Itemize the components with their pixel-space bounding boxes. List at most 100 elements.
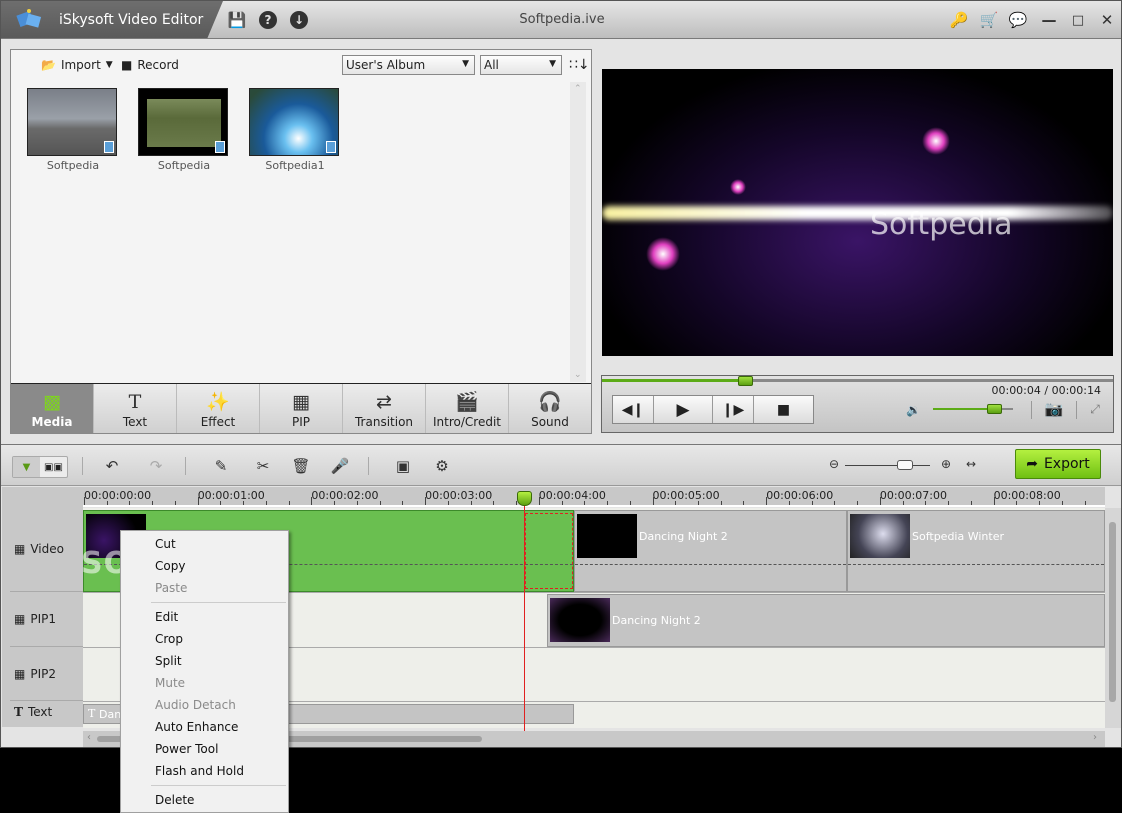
- tab-media[interactable]: ▩ Media: [11, 384, 94, 433]
- timeline-ruler[interactable]: 00:00:00:00 00:00:01:00 00:00:02:00 00:00:0…: [83, 487, 1105, 507]
- ruler-tick: [811, 501, 813, 505]
- key-icon[interactable]: 🔑: [950, 11, 969, 29]
- media-item[interactable]: Softpedia: [138, 88, 230, 172]
- fit-timeline-icon[interactable]: ↔: [961, 457, 981, 471]
- video-file-icon: [215, 141, 225, 153]
- fullscreen-icon[interactable]: ⤢: [1086, 400, 1104, 418]
- settings-window-icon[interactable]: ⚙: [432, 457, 452, 475]
- sort-icon[interactable]: ∷↓: [569, 57, 590, 73]
- intro-credit-icon: 🎬: [455, 391, 479, 413]
- ruler-tick: [129, 501, 131, 505]
- record-button[interactable]: ■ Record: [121, 58, 179, 72]
- tab-intro-credit[interactable]: 🎬 Intro/Credit: [426, 384, 509, 433]
- stop-button[interactable]: ■: [754, 396, 813, 423]
- menu-item-mute[interactable]: Mute: [121, 672, 288, 694]
- chevron-down-icon: ▼: [462, 59, 469, 69]
- media-item[interactable]: Softpedia: [27, 88, 119, 172]
- menu-item-split[interactable]: Split: [121, 650, 288, 672]
- maximize-icon[interactable]: □: [1069, 11, 1087, 29]
- filter-select[interactable]: All ▼: [480, 55, 562, 75]
- video-clip[interactable]: Dancing Night 2: [574, 510, 847, 592]
- scrollbar-thumb[interactable]: [1109, 522, 1116, 702]
- ruler-tick: [902, 501, 904, 505]
- menu-item-copy[interactable]: Copy: [121, 555, 288, 577]
- ruler-tick: [720, 501, 722, 505]
- previous-frame-button[interactable]: ◀❙: [613, 396, 654, 423]
- track-label-video: ▦ Video: [14, 542, 64, 556]
- pip-track-icon: ▦: [14, 667, 26, 681]
- minimize-icon[interactable]: —: [1040, 11, 1058, 29]
- playback-buttons: ◀❙ ▶ ❙▶ ■: [612, 395, 814, 424]
- playhead-handle[interactable]: [517, 491, 532, 506]
- redo-icon[interactable]: ↷: [146, 457, 166, 475]
- video-clip[interactable]: Softpedia Winter: [847, 510, 1105, 592]
- zoom-out-icon[interactable]: ⊖: [824, 457, 844, 471]
- tab-pip[interactable]: ▦ PIP: [260, 384, 343, 433]
- scroll-up-icon[interactable]: ⌃: [574, 84, 582, 94]
- seek-bar[interactable]: [602, 379, 1113, 382]
- tab-text[interactable]: T Text: [94, 384, 177, 433]
- scissors-icon[interactable]: ✂: [253, 457, 273, 475]
- crop-play-icon[interactable]: ▣: [393, 457, 413, 475]
- ruler-tick: [265, 501, 267, 505]
- track-label-pip2: ▦ PIP2: [14, 667, 56, 681]
- seek-handle[interactable]: [738, 376, 754, 386]
- edit-clip-icon[interactable]: ✎: [211, 457, 231, 475]
- ruler-tick: [152, 501, 154, 505]
- volume-handle[interactable]: [987, 404, 1003, 414]
- media-caption: Softpedia: [157, 159, 211, 172]
- timeline-vertical-scrollbar[interactable]: [1105, 508, 1121, 728]
- import-button[interactable]: 📂 Import ▼: [41, 58, 113, 72]
- tab-transition[interactable]: ⇄ Transition: [343, 384, 426, 433]
- cart-icon[interactable]: 🛒: [980, 11, 999, 29]
- ruler-tick: [766, 497, 768, 505]
- text-icon: T: [128, 391, 142, 413]
- menu-item-crop[interactable]: Crop: [121, 628, 288, 650]
- close-icon[interactable]: ✕: [1098, 11, 1116, 29]
- menu-item-paste[interactable]: Paste: [121, 577, 288, 599]
- menu-item-delete[interactable]: Delete: [121, 789, 288, 811]
- menu-item-power-tool[interactable]: Power Tool: [121, 738, 288, 760]
- pip-clip[interactable]: Dancing Night 2: [547, 594, 1105, 647]
- zoom-in-icon[interactable]: ⊕: [936, 457, 956, 471]
- storyboard-view-button[interactable]: ▣▣: [40, 457, 67, 477]
- media-item[interactable]: Softpedia1: [249, 88, 341, 172]
- undo-icon[interactable]: ↶: [102, 457, 122, 475]
- timeline-zoom-handle[interactable]: [896, 460, 913, 470]
- folder-icon: 📂: [41, 58, 56, 72]
- timeline-view-button[interactable]: ▼: [13, 457, 40, 477]
- ruler-tick: [106, 501, 108, 505]
- ruler-tick: [925, 501, 927, 505]
- scroll-down-icon[interactable]: ⌄: [574, 370, 582, 380]
- menu-item-cut[interactable]: Cut: [121, 533, 288, 555]
- scroll-left-icon[interactable]: ‹: [87, 732, 91, 743]
- help-icon[interactable]: ?: [259, 11, 277, 29]
- ruler-label: 00:00:08:00: [993, 489, 1061, 502]
- tab-effect[interactable]: ✨ Effect: [177, 384, 260, 433]
- menu-item-flash-and-hold[interactable]: Flash and Hold: [121, 760, 288, 782]
- volume-icon[interactable]: 🔉: [906, 403, 921, 417]
- export-button[interactable]: ➦ Export: [1015, 449, 1101, 479]
- ruler-tick: [561, 501, 563, 505]
- player-controls: 00:00:04 / 00:00:14 ◀❙ ▶ ❙▶ ■ 🔉 📷 ⤢: [601, 375, 1114, 433]
- scroll-right-icon[interactable]: ›: [1093, 732, 1097, 743]
- save-icon[interactable]: 💾: [228, 11, 247, 29]
- menu-item-auto-enhance[interactable]: Auto Enhance: [121, 716, 288, 738]
- trash-icon[interactable]: 🗑: [291, 457, 311, 475]
- tab-sound[interactable]: 🎧 Sound: [509, 384, 591, 433]
- media-caption: Softpedia1: [265, 159, 325, 172]
- download-icon[interactable]: ↓: [290, 11, 308, 29]
- next-frame-button[interactable]: ❙▶: [713, 396, 754, 423]
- microphone-icon[interactable]: 🎤: [330, 457, 350, 475]
- menu-item-audio-detach[interactable]: Audio Detach: [121, 694, 288, 716]
- chat-icon[interactable]: 💬: [1009, 11, 1028, 29]
- album-select[interactable]: User's Album ▼: [342, 55, 475, 75]
- ruler-label: 00:00:07:00: [879, 489, 947, 502]
- view-mode-toggle: ▼ ▣▣: [12, 456, 68, 478]
- media-scrollbar[interactable]: ⌃ ⌄: [570, 82, 586, 382]
- menu-item-edit[interactable]: Edit: [121, 606, 288, 628]
- snapshot-camera-icon[interactable]: 📷: [1045, 400, 1064, 418]
- play-button[interactable]: ▶: [654, 396, 713, 423]
- preview-screen[interactable]: Softpedia: [602, 69, 1113, 356]
- timeline-zoom-slider[interactable]: [845, 465, 930, 466]
